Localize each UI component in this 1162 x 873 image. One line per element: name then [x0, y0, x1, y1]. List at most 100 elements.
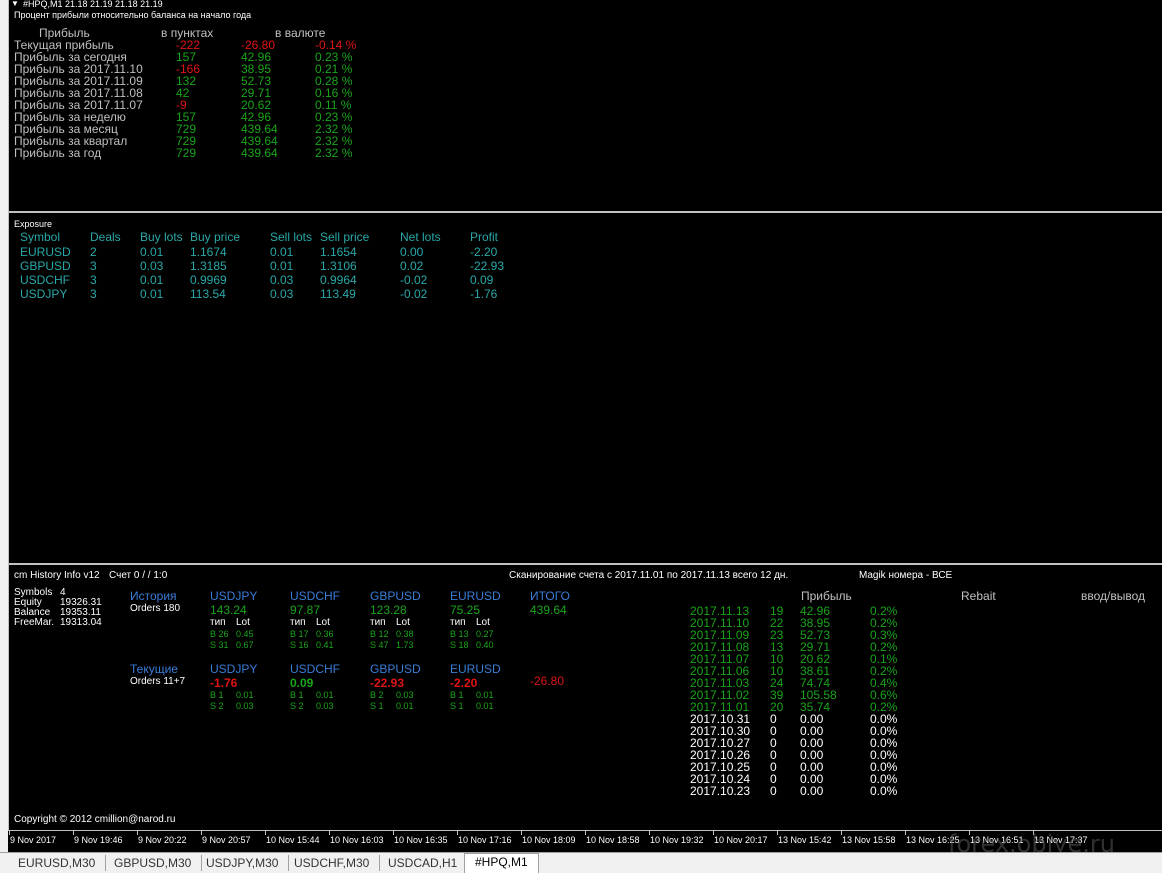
exposure-cell: GBPUSD [20, 259, 71, 273]
buy-count: B 1 [290, 690, 304, 700]
exposure-header: Sell price [320, 230, 370, 244]
sell-lots: 0.40 [476, 640, 494, 650]
exposure-cell: -2.20 [470, 245, 498, 259]
profit-row-points: 729 [176, 146, 197, 160]
chart-tab[interactable]: USDJPY,M30 [196, 855, 290, 871]
exposure-cell: EURUSD [20, 245, 71, 259]
daily-date: 2017.10.23 [690, 784, 751, 798]
type-label: тип [290, 617, 306, 628]
time-tick-label: 9 Nov 20:22 [138, 835, 187, 845]
exposure-header: Deals [90, 230, 121, 244]
exposure-cell: 113.49 [320, 287, 356, 301]
exposure-cell: 0.01 [270, 245, 294, 259]
profit-chart-pane[interactable]: ▼ #HPQ,M1 21.18 21.19 21.18 21.19 Процен… [8, 0, 1162, 211]
symbol-profit: 143.24 [210, 603, 247, 617]
time-tick-label: 13 Nov 15:42 [778, 835, 832, 845]
chart-tab[interactable]: #HPQ,M1 [464, 853, 539, 873]
daily-profit-header: Прибыль [801, 589, 852, 603]
buy-count: B 13 [450, 629, 469, 639]
current-orders: Orders 11+7 [130, 676, 186, 687]
lot-label: Lot [236, 617, 250, 628]
exposure-cell: 0.9964 [320, 273, 357, 287]
collapse-arrow-icon[interactable]: ▼ [11, 0, 19, 8]
sell-count: S 16 [290, 640, 309, 650]
buy-count: B 12 [370, 629, 389, 639]
exposure-header: Profit [470, 230, 499, 244]
buy-count: B 1 [450, 690, 464, 700]
exposure-header: Sell lots [270, 230, 313, 244]
exposure-header: Net lots [400, 230, 441, 244]
lot-label: Lot [396, 617, 410, 628]
exposure-cell: 0.03 [270, 287, 294, 301]
scan-info: Сканирование счета с 2017.11.01 по 2017.… [509, 570, 789, 581]
sell-count: S 2 [210, 701, 224, 711]
history-info-pane[interactable]: cm History Info v12 Счет 0 / / 1:0 Скани… [8, 565, 1162, 830]
exposure-cell: 0.01 [140, 273, 164, 287]
exposure-cell: 3 [90, 287, 97, 301]
account-counter: Счет 0 / / 1:0 [109, 570, 168, 581]
symbol-name: GBPUSD [370, 589, 421, 603]
inout-header: ввод/вывод [1081, 589, 1146, 603]
chart-title: #HPQ,M1 21.18 21.19 21.18 21.19 [23, 0, 163, 9]
exposure-cell: 0.03 [270, 273, 294, 287]
lot-label: Lot [316, 617, 330, 628]
magic-info: Magik номера - ВСЕ [859, 570, 953, 581]
symbol-name: USDCHF [290, 662, 340, 676]
exposure-cell: USDCHF [20, 273, 70, 287]
chart-tab[interactable]: GBPUSD,M30 [104, 855, 203, 871]
chart-subtitle: Процент прибыли относительно баланса на … [14, 10, 252, 20]
sell-count: S 47 [370, 640, 389, 650]
symbol-profit: 75.25 [450, 603, 481, 617]
symbol-profit: 97.87 [290, 603, 321, 617]
sell-count: S 1 [450, 701, 464, 711]
time-tick-label: 9 Nov 19:46 [74, 835, 123, 845]
exposure-cell: 0.01 [270, 259, 294, 273]
time-tick-label: 10 Nov 18:58 [586, 835, 640, 845]
symbol-profit: -2.20 [450, 676, 478, 690]
rebait-header: Rebait [961, 589, 996, 603]
sell-lots: 0.67 [236, 640, 254, 650]
copyright: Copyright © 2012 cmillion@narod.ru [14, 814, 176, 825]
left-gutter [0, 0, 8, 852]
sell-lots: 0.41 [316, 640, 334, 650]
sell-lots: 1.73 [396, 640, 414, 650]
chart-tab[interactable]: USDCHF,M30 [284, 855, 381, 871]
exposure-cell: -0.02 [400, 287, 428, 301]
exposure-cell: 0.01 [140, 287, 164, 301]
daily-count: 0 [770, 784, 777, 798]
time-tick-label: 10 Nov 17:16 [458, 835, 512, 845]
total-label: ИТОГО [530, 589, 570, 603]
exposure-cell: USDJPY [20, 287, 68, 301]
daily-profit: 0.00 [800, 784, 824, 798]
buy-lots: 0.01 [316, 690, 334, 700]
symbol-name: USDJPY [210, 662, 258, 676]
sell-count: S 18 [450, 640, 469, 650]
chart-tab[interactable]: EURUSD,M30 [8, 855, 107, 871]
chart-tab[interactable]: USDCAD,H1 [378, 855, 469, 871]
buy-count: B 26 [210, 629, 229, 639]
exposure-cell: -1.76 [470, 287, 498, 301]
symbol-name: EURUSD [450, 662, 501, 676]
time-tick-label: 10 Nov 20:17 [714, 835, 768, 845]
profit-row-label: Прибыль за год [14, 146, 102, 160]
indicator-title: cm History Info v12 [14, 570, 100, 581]
history-orders: Orders 180 [130, 603, 181, 614]
time-tick-label: 9 Nov 20:57 [202, 835, 251, 845]
buy-lots: 0.36 [316, 629, 334, 639]
lot-label: Lot [476, 617, 490, 628]
time-tick-label: 10 Nov 16:03 [330, 835, 384, 845]
exposure-cell: 2 [90, 245, 97, 259]
symbol-profit: 123.28 [370, 603, 407, 617]
buy-count: B 2 [370, 690, 384, 700]
exposure-header: Symbol [20, 230, 61, 244]
account-label: FreeMar. [14, 617, 55, 628]
profit-row-money: 439.64 [241, 146, 278, 160]
sell-count: S 2 [290, 701, 304, 711]
time-tick-label: 10 Nov 16:35 [394, 835, 448, 845]
chart-tabs: EURUSD,M30 GBPUSD,M30 USDJPY,M30 USDCHF,M30… [0, 852, 1162, 873]
exposure-cell: 1.1674 [190, 245, 227, 259]
sell-count: S 31 [210, 640, 229, 650]
exposure-pane[interactable]: Exposure Symbol Deals Buy lots Buy price Sel… [8, 213, 1162, 563]
symbol-name: EURUSD [450, 589, 501, 603]
sell-lots: 0.03 [236, 701, 254, 711]
